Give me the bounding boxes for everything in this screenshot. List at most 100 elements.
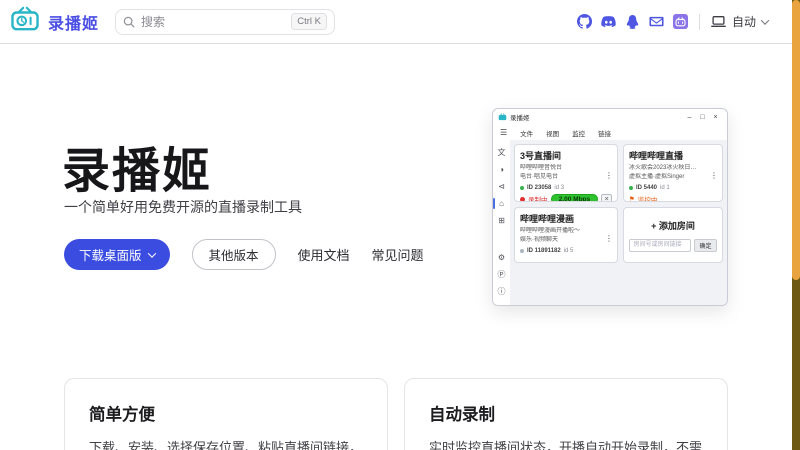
room-card-2: 哔哩哔哩直播 冰火歌会2023冰火秋日… 虚拟主播·虚拟Singer ⋮ ID … [623, 144, 723, 202]
github-icon[interactable] [577, 14, 592, 29]
download-desktop-button[interactable]: 下载桌面版 [64, 239, 170, 270]
menu-link[interactable]: 链接 [598, 128, 611, 138]
search-box[interactable]: Ctrl K [115, 9, 335, 35]
app-sidebar-rail: 文 ◑ ⊲ ⌂ ⊞ ⚙ Ⓟ ⓘ [493, 140, 510, 305]
hero-actions: 下载桌面版 其他版本 使用文档 常见问题 [64, 239, 424, 270]
live-dot-icon [520, 186, 524, 190]
feature-description: 实时监控直播间状态，开播自动开始录制，不需要人工等待开播 [429, 437, 703, 450]
room-category: 娱乐·视频聊天 [520, 236, 612, 245]
theme-label: 自动 [732, 13, 756, 30]
page-tagline: 一个简单好用免费开源的直播录制工具 [64, 197, 302, 217]
translate-icon[interactable]: 文 [493, 144, 510, 161]
site-header: 录播姬 Ctrl K [0, 0, 792, 44]
download-desktop-label: 下载桌面版 [79, 245, 142, 264]
scrollbar-thumb[interactable] [792, 0, 800, 280]
room-stream-title: 冰火歌会2023冰火秋日… [629, 164, 717, 173]
bilibili-icon[interactable] [673, 14, 688, 29]
app-screenshot-window: 录播姬 – □ × ☰ 文件 视图 监控 链接 文 ◑ ⊲ ⌂ ⊞ ⚙ Ⓟ ⓘ … [492, 108, 728, 306]
feature-card-simple: 简单方便 下载、安装、选择保存位置、粘贴直播间链接，1 分钟即可开始使用 [64, 378, 388, 450]
minimize-button[interactable]: – [683, 114, 696, 121]
feature-title: 自动录制 [429, 401, 703, 425]
room-name: 哔哩哔哩漫画 [520, 212, 612, 225]
live-dot-icon [629, 186, 633, 190]
kebab-menu-icon[interactable]: ⋮ [605, 234, 613, 243]
room-card-1: 3号直播间 哔哩哔哩音悦台 电台·唱见电台 ⋮ ID 23058 id 3 录制… [514, 144, 618, 202]
maximize-button[interactable]: □ [696, 114, 709, 121]
add-room-row: 确定 [629, 239, 716, 252]
room-name: 哔哩哔哩直播 [629, 149, 717, 162]
feature-card-auto: 自动录制 实时监控直播间状态，开播自动开始录制，不需要人工等待开播 [404, 378, 728, 450]
app-tv-icon [498, 113, 507, 121]
feature-title: 简单方便 [89, 401, 363, 425]
room-grid: 3号直播间 哔哩哔哩音悦台 电台·唱见电台 ⋮ ID 23058 id 3 录制… [510, 140, 727, 305]
room-id: ID 5440 [636, 185, 657, 191]
room-card-3: 哔哩哔哩漫画 哔哩哔哩漫画开播啦～ 娱乐·视频聊天 ⋮ ID 11891182 … [514, 207, 618, 263]
tv-logo-icon [10, 6, 40, 37]
page-title: 录播姬 [62, 131, 212, 201]
room-status-row: 录制中 2.00 Mbps × [520, 194, 612, 202]
room-stream-title: 哔哩哔哩漫画开播啦～ [520, 227, 612, 236]
app-titlebar: 录播姬 – □ × [493, 109, 727, 125]
faq-link[interactable]: 常见问题 [372, 245, 424, 264]
room-url-input[interactable] [629, 239, 691, 252]
header-divider [699, 14, 700, 30]
menu-monitor[interactable]: 监控 [572, 128, 585, 138]
room-sub-id: id 1 [660, 185, 670, 191]
other-versions-label: 其他版本 [209, 245, 259, 264]
qq-icon[interactable] [625, 14, 640, 29]
room-category: 电台·唱见电台 [520, 173, 612, 182]
search-shortcut-badge: Ctrl K [291, 13, 327, 30]
room-stream-title: 哔哩哔哩音悦台 [520, 164, 612, 173]
recording-dot-icon [520, 197, 525, 202]
kebab-menu-icon[interactable]: ⋮ [605, 171, 613, 180]
settings-icon[interactable]: ⚙ [493, 249, 510, 266]
skin-icon[interactable]: ◑ [493, 161, 510, 178]
home-logo-link[interactable]: 录播姬 [10, 6, 99, 37]
page-scrollbar[interactable] [792, 0, 800, 450]
add-room-card: + 添加房间 确定 [623, 207, 723, 263]
app-window-title: 录播姬 [510, 112, 530, 122]
mail-icon[interactable] [649, 14, 664, 29]
room-id-row: ID 5440 id 1 [629, 185, 717, 191]
window-controls: – □ × [683, 114, 722, 121]
room-id-row: ID 11891182 id 5 [520, 248, 612, 254]
toolbox-icon[interactable]: ⊞ [493, 212, 510, 229]
theme-switcher[interactable]: 自动 [711, 13, 768, 30]
other-versions-button[interactable]: 其他版本 [192, 239, 276, 270]
confirm-add-room-button[interactable]: 确定 [694, 239, 716, 252]
hamburger-icon[interactable]: ☰ [500, 128, 507, 137]
feature-description: 下载、安装、选择保存位置、粘贴直播间链接，1 分钟即可开始使用 [89, 437, 363, 450]
room-id: ID 23058 [527, 185, 551, 191]
bitrate-badge: 2.00 Mbps [551, 194, 599, 202]
recording-status: 录制中 [528, 194, 548, 202]
room-name: 3号直播间 [520, 149, 612, 162]
chevron-down-icon [147, 249, 155, 257]
feedback-icon[interactable]: Ⓟ [493, 266, 510, 283]
menu-file[interactable]: 文件 [520, 128, 533, 138]
monitoring-status: 监控中 [638, 194, 658, 202]
room-id-row: ID 23058 id 3 [520, 185, 612, 191]
docs-link[interactable]: 使用文档 [298, 245, 350, 264]
about-icon[interactable]: ⓘ [493, 283, 510, 300]
laptop-icon [711, 15, 726, 28]
add-room-title: + 添加房间 [651, 219, 695, 232]
close-button[interactable]: × [709, 114, 722, 121]
announce-icon[interactable]: ⊲ [493, 178, 510, 195]
monitoring-flag-icon: ⚑ [629, 195, 635, 202]
chevron-down-icon [761, 16, 769, 24]
kebab-menu-icon[interactable]: ⋮ [710, 171, 718, 180]
home-icon[interactable]: ⌂ [493, 195, 510, 212]
room-status-row: ⚑ 监控中 [629, 194, 717, 202]
room-id: ID 11891182 [527, 248, 561, 254]
app-menubar: ☰ 文件 视图 监控 链接 [493, 125, 727, 140]
search-icon [123, 16, 135, 28]
room-sub-id: id 5 [564, 248, 574, 254]
social-links [577, 14, 688, 29]
menu-view[interactable]: 视图 [546, 128, 559, 138]
brand-title: 录播姬 [48, 10, 99, 34]
discord-icon[interactable] [601, 14, 616, 29]
room-sub-id: id 3 [554, 185, 564, 191]
stop-recording-button[interactable]: × [601, 194, 612, 202]
search-input[interactable] [141, 15, 291, 29]
offline-dot-icon [520, 249, 524, 253]
